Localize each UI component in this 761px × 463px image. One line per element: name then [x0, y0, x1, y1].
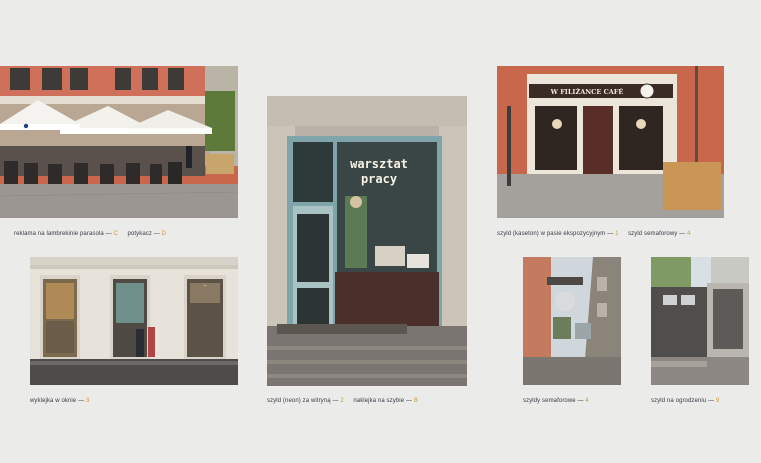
photo-cafe-terrace — [0, 66, 238, 218]
photo-fence-sign — [651, 257, 749, 385]
neon-sign-line2: pracy — [361, 172, 397, 186]
svg-text:~: ~ — [203, 283, 206, 288]
cafe-sign-text: W FILIŻANCE CAFÉ — [550, 87, 624, 96]
caption-street-signs: szyldy semaforowe — 4 — [523, 398, 589, 404]
caption-fence: szyld na ogrodzeniu — 9 — [651, 398, 720, 404]
photo-cafe-sign: W FILIŻANCE CAFÉ — [497, 66, 724, 218]
caption-neon: szyld (neon) za witryną — 2 naklejka na … — [267, 398, 418, 404]
caption-terrace: reklama na lambrekinie parasola — C poty… — [14, 231, 167, 237]
caption-cafe: szyld (kaseton) w pasie ekspozycyjnym — … — [497, 231, 691, 237]
photo-street-signs — [523, 257, 621, 385]
photo-neon-storefront: warsztat pracy — [267, 96, 467, 386]
photo-shop-facade: ~ — [30, 257, 238, 385]
neon-sign-line1: warsztat — [350, 157, 408, 171]
caption-shop-facade: wyklejka w oknie — 3 — [30, 398, 90, 404]
